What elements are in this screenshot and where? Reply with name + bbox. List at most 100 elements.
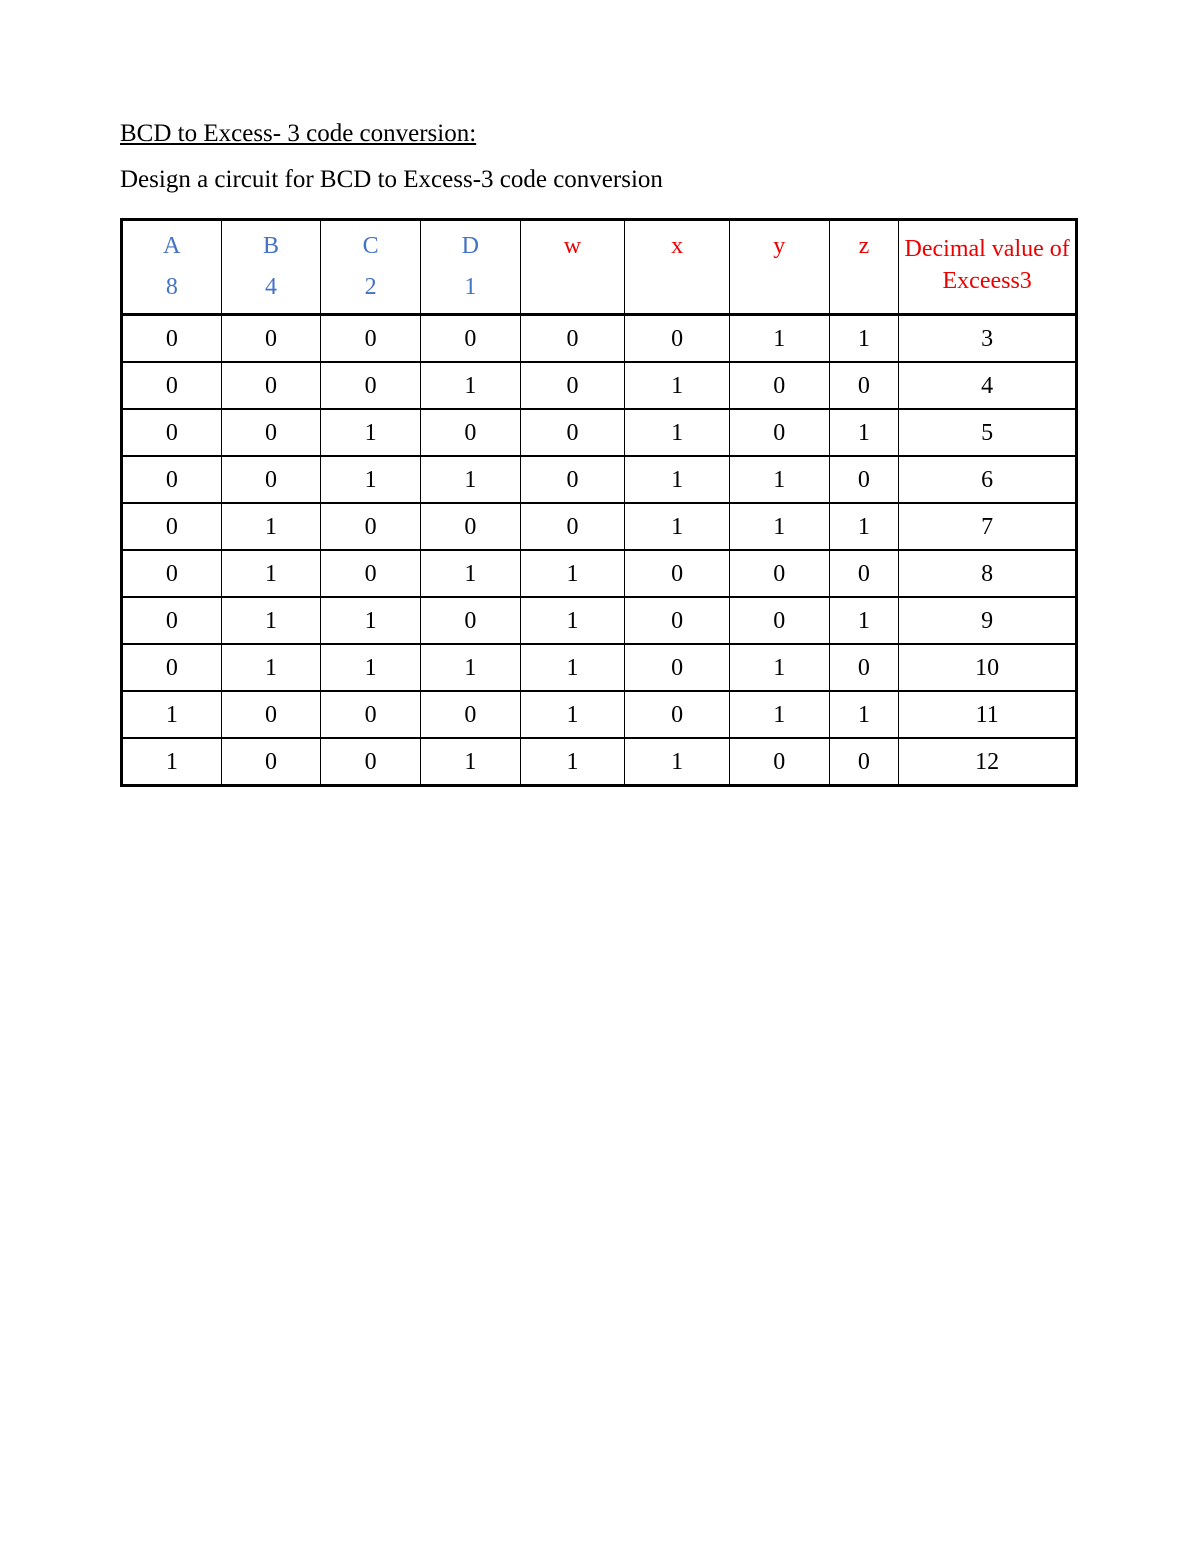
page-title: BCD to Excess- 3 code conversion: [120,120,1080,148]
cell-z: 0 [829,362,899,409]
cell-x: 1 [625,738,730,786]
header-decimal: Decimal value of Exceess3 [899,220,1077,315]
cell-dec: 9 [899,597,1077,644]
table-row: 001101106 [122,456,1077,503]
header-b-weight: 4 [226,274,317,301]
cell-dec: 7 [899,503,1077,550]
cell-b: 0 [221,738,321,786]
cell-dec: 4 [899,362,1077,409]
cell-w: 0 [520,409,625,456]
cell-d: 0 [420,315,520,363]
cell-b: 1 [221,550,321,597]
cell-y: 1 [729,315,829,363]
cell-d: 1 [420,456,520,503]
cell-dec: 3 [899,315,1077,363]
cell-d: 0 [420,597,520,644]
cell-c: 0 [321,362,421,409]
table-row: 1000101111 [122,691,1077,738]
cell-a: 0 [122,409,222,456]
cell-z: 0 [829,644,899,691]
cell-x: 0 [625,644,730,691]
header-d: D 1 [420,220,520,315]
cell-w: 1 [520,691,625,738]
header-a-label: A [127,233,217,260]
cell-c: 1 [321,644,421,691]
cell-z: 1 [829,503,899,550]
cell-c: 0 [321,691,421,738]
cell-b: 0 [221,315,321,363]
cell-y: 1 [729,456,829,503]
cell-y: 1 [729,644,829,691]
cell-a: 1 [122,691,222,738]
cell-z: 0 [829,738,899,786]
cell-w: 0 [520,315,625,363]
cell-d: 1 [420,362,520,409]
cell-c: 0 [321,550,421,597]
cell-x: 0 [625,691,730,738]
cell-c: 0 [321,738,421,786]
cell-z: 0 [829,456,899,503]
cell-a: 0 [122,456,222,503]
cell-a: 1 [122,738,222,786]
cell-b: 1 [221,503,321,550]
cell-x: 1 [625,409,730,456]
cell-z: 1 [829,409,899,456]
cell-y: 0 [729,597,829,644]
cell-dec: 5 [899,409,1077,456]
cell-b: 1 [221,644,321,691]
cell-x: 1 [625,362,730,409]
cell-y: 1 [729,503,829,550]
table-row: 000101004 [122,362,1077,409]
table-row: 001001015 [122,409,1077,456]
cell-a: 0 [122,503,222,550]
cell-z: 1 [829,691,899,738]
header-c-weight: 2 [325,274,416,301]
table-row: 0111101010 [122,644,1077,691]
cell-x: 0 [625,550,730,597]
cell-a: 0 [122,550,222,597]
cell-y: 0 [729,550,829,597]
cell-y: 1 [729,691,829,738]
header-c: C 2 [321,220,421,315]
cell-d: 0 [420,409,520,456]
cell-d: 1 [420,644,520,691]
cell-b: 0 [221,456,321,503]
header-b: B 4 [221,220,321,315]
header-w: w [520,220,625,315]
cell-w: 1 [520,597,625,644]
header-b-label: B [226,233,317,260]
header-a: A 8 [122,220,222,315]
cell-c: 1 [321,409,421,456]
cell-c: 0 [321,315,421,363]
cell-b: 0 [221,409,321,456]
cell-b: 0 [221,362,321,409]
header-c-label: C [325,233,416,260]
table-row: 000000113 [122,315,1077,363]
header-y: y [729,220,829,315]
cell-y: 0 [729,738,829,786]
cell-y: 0 [729,409,829,456]
cell-x: 0 [625,315,730,363]
header-z: z [829,220,899,315]
cell-dec: 10 [899,644,1077,691]
cell-a: 0 [122,644,222,691]
truth-table: A 8 B 4 C 2 D 1 w x y z Decimal value of… [120,218,1078,787]
cell-z: 1 [829,597,899,644]
table-row: 1001110012 [122,738,1077,786]
table-header-row: A 8 B 4 C 2 D 1 w x y z Decimal value of… [122,220,1077,315]
header-d-label: D [425,233,516,260]
cell-dec: 11 [899,691,1077,738]
cell-d: 1 [420,550,520,597]
cell-w: 1 [520,738,625,786]
header-d-weight: 1 [425,274,516,301]
cell-b: 1 [221,597,321,644]
cell-d: 0 [420,691,520,738]
cell-z: 1 [829,315,899,363]
cell-c: 1 [321,597,421,644]
table-row: 010110008 [122,550,1077,597]
header-a-weight: 8 [127,274,217,301]
cell-y: 0 [729,362,829,409]
cell-x: 1 [625,456,730,503]
cell-dec: 6 [899,456,1077,503]
cell-dec: 12 [899,738,1077,786]
